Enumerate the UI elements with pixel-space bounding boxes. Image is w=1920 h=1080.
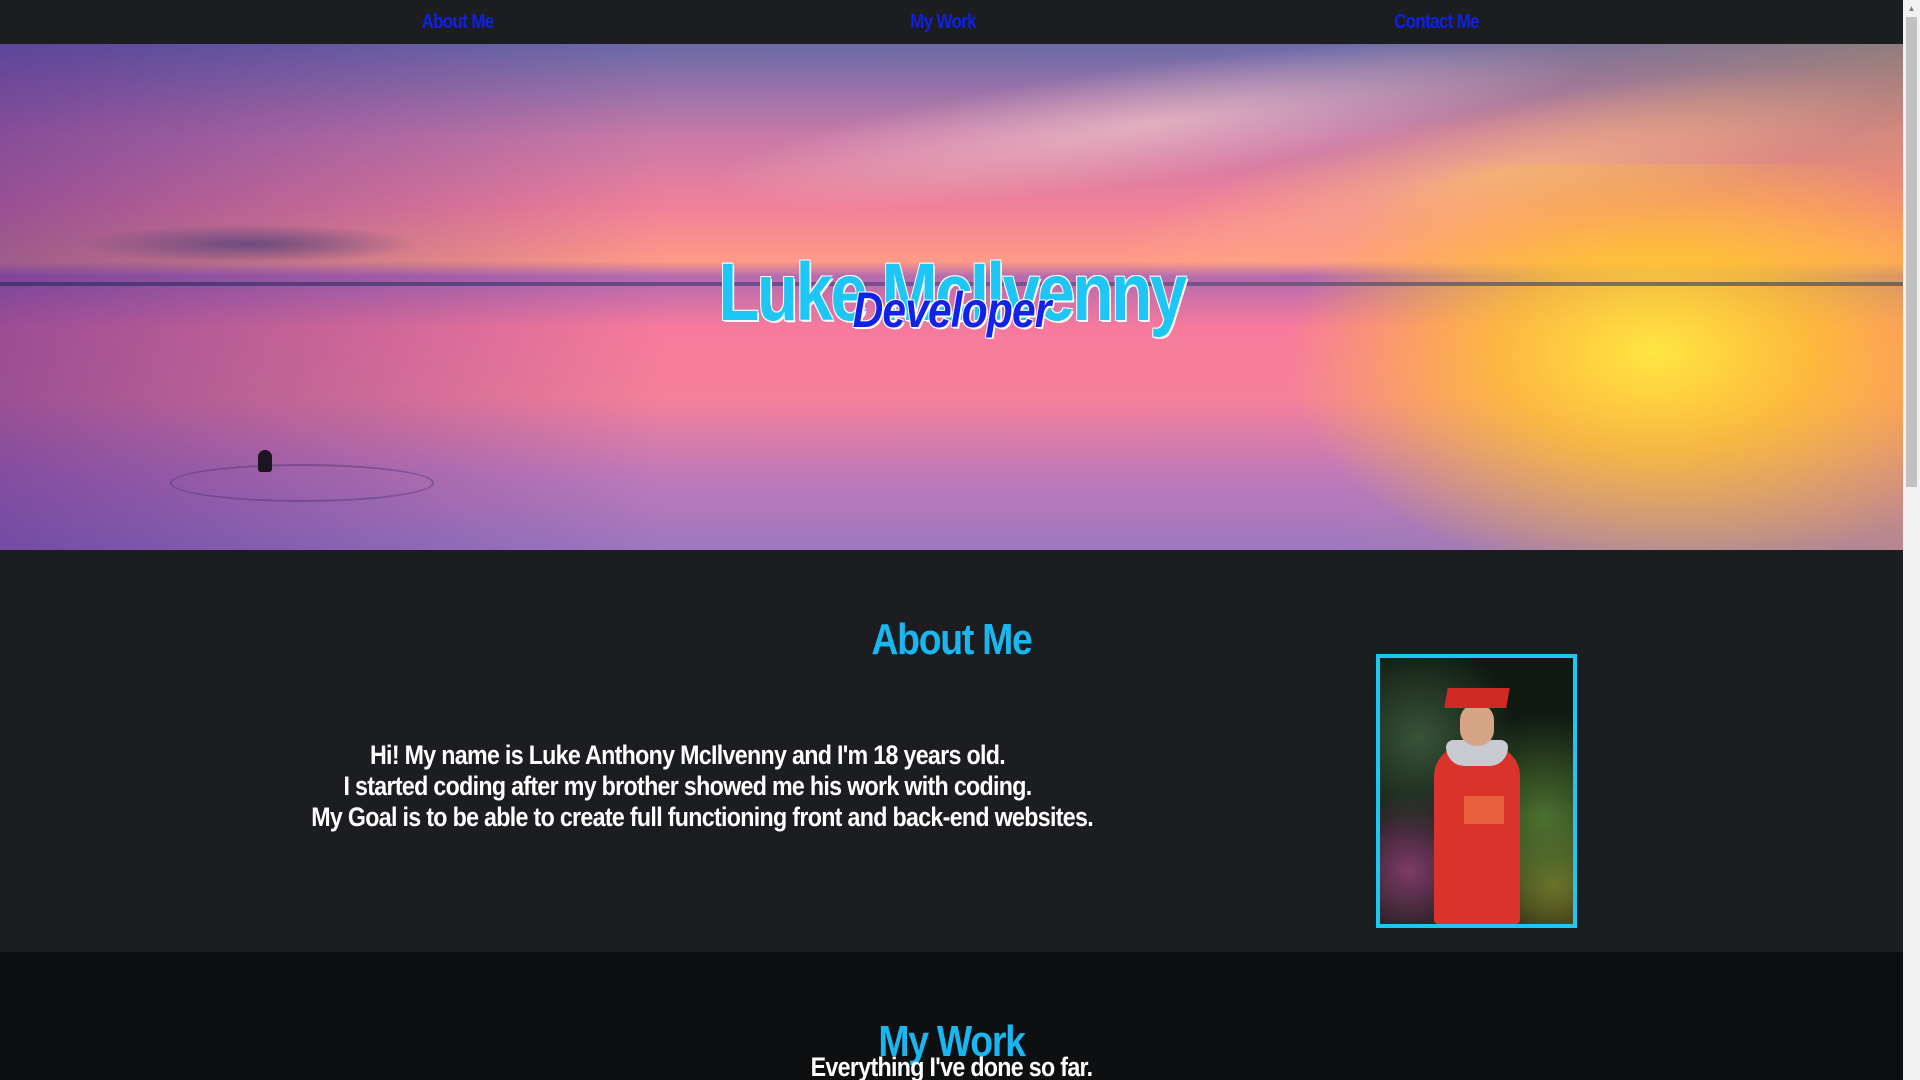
about-section: About Me Hi! My name is Luke Anthony McI… — [0, 550, 1903, 952]
my-work-subheading: Everything I've done so far. — [810, 1052, 1093, 1080]
about-line: I started coding after my brother showed… — [343, 771, 1032, 801]
nav-link-about[interactable]: About Me — [413, 8, 502, 36]
page: About Me My Work Contact Me Luke McIlven… — [0, 0, 1920, 1080]
page-content: About Me My Work Contact Me Luke McIlven… — [0, 0, 1903, 1080]
hero-subtitle: Developer — [852, 282, 1052, 338]
scrollbar-thumb[interactable] — [1906, 17, 1917, 487]
hero-sun-glow — [1283, 164, 1903, 550]
photo-face — [1460, 704, 1494, 746]
nav-link-my-work[interactable]: My Work — [901, 8, 986, 36]
photo-graduation-cap — [1444, 688, 1510, 708]
scroll-up-arrow-icon[interactable]: ▲ — [1903, 0, 1920, 17]
nav-link-contact[interactable]: Contact Me — [1392, 8, 1481, 36]
profile-photo — [1376, 654, 1577, 928]
hero-swimmer — [258, 450, 272, 472]
about-text: Hi! My name is Luke Anthony McIlvenny an… — [311, 740, 1094, 833]
photo-gown — [1434, 746, 1520, 924]
about-line: Hi! My name is Luke Anthony McIlvenny an… — [369, 740, 1006, 770]
hero-banner: Luke McIlvenny Developer — [0, 44, 1903, 550]
vertical-scrollbar[interactable]: ▲ — [1903, 0, 1920, 1080]
photo-diploma — [1464, 796, 1504, 824]
my-work-section: My Work Everything I've done so far. — [0, 952, 1903, 1080]
about-line: My Goal is to be able to create full fun… — [311, 802, 1094, 832]
hero-water-ripples — [170, 464, 434, 502]
top-nav: About Me My Work Contact Me — [0, 0, 1903, 44]
